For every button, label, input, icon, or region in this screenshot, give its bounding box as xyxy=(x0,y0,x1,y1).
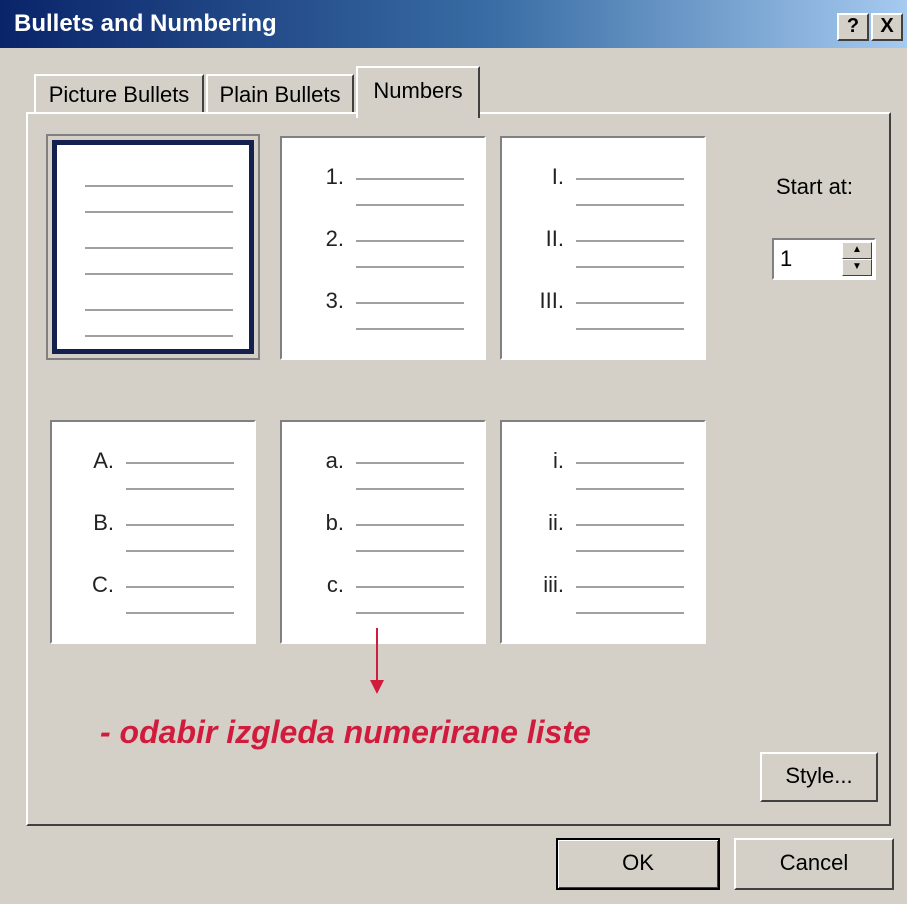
help-button[interactable]: ? xyxy=(837,13,869,41)
list-row: b. xyxy=(282,510,484,570)
style-arabic[interactable]: 1. 2. 3. xyxy=(280,136,486,360)
list-number: 1. xyxy=(325,164,344,189)
list-row: A. xyxy=(52,448,254,508)
title-bar[interactable]: Bullets and Numbering ? X xyxy=(0,0,907,48)
list-number: ii. xyxy=(548,510,564,535)
style-lower-alpha[interactable]: a. b. c. xyxy=(280,420,486,644)
style-none[interactable] xyxy=(52,140,254,354)
list-number: B. xyxy=(93,510,114,535)
start-at-value[interactable]: 1 xyxy=(780,246,792,272)
list-number: b. xyxy=(325,510,344,535)
annotation-arrowhead-icon xyxy=(370,680,384,694)
list-number: iii. xyxy=(543,572,564,597)
tab-plain-bullets[interactable]: Plain Bullets xyxy=(206,74,354,114)
list-number: 2. xyxy=(325,226,344,251)
style-upper-alpha[interactable]: A. B. C. xyxy=(50,420,256,644)
list-number: 3. xyxy=(325,288,344,313)
list-row: i. xyxy=(502,448,704,508)
start-at-label: Start at: xyxy=(776,174,854,199)
list-number: I. xyxy=(551,164,564,189)
list-row xyxy=(57,233,249,293)
list-row: iii. xyxy=(502,572,704,632)
list-row: 3. xyxy=(282,288,484,348)
list-number: i. xyxy=(553,448,564,473)
annotation-text: - odabir izgleda numerirane liste xyxy=(100,714,591,750)
tab-numbers[interactable]: Numbers xyxy=(356,66,480,118)
list-row: 2. xyxy=(282,226,484,286)
list-number: II. xyxy=(545,226,564,251)
list-row: c. xyxy=(282,572,484,632)
bullets-numbering-dialog: Bullets and Numbering ? X Picture Bullet… xyxy=(0,0,907,904)
style-upper-roman[interactable]: I. II. III. xyxy=(500,136,706,360)
list-row: ii. xyxy=(502,510,704,570)
list-number: III. xyxy=(539,288,564,313)
list-number: c. xyxy=(326,572,344,597)
list-row: III. xyxy=(502,288,704,348)
spin-down-icon[interactable]: ▼ xyxy=(842,259,872,276)
list-number: a. xyxy=(325,448,344,473)
style-lower-roman[interactable]: i. ii. iii. xyxy=(500,420,706,644)
list-row: 1. xyxy=(282,164,484,224)
close-button[interactable]: X xyxy=(871,13,903,41)
window-title: Bullets and Numbering xyxy=(14,10,277,37)
list-row: B. xyxy=(52,510,254,570)
annotation-arrow-icon xyxy=(376,628,378,684)
list-row: a. xyxy=(282,448,484,508)
list-row: I. xyxy=(502,164,704,224)
spin-up-icon[interactable]: ▲ xyxy=(842,242,872,259)
cancel-button[interactable]: Cancel xyxy=(734,838,894,890)
ok-button[interactable]: OK xyxy=(556,838,720,890)
list-row xyxy=(57,295,249,355)
list-number: A. xyxy=(93,448,114,473)
list-row: II. xyxy=(502,226,704,286)
list-row xyxy=(57,171,249,231)
list-row: C. xyxy=(52,572,254,632)
style-button[interactable]: Style... xyxy=(760,752,878,802)
start-at-spinner[interactable]: 1 ▲ ▼ xyxy=(772,238,876,280)
tab-picture-bullets[interactable]: Picture Bullets xyxy=(34,74,204,114)
list-number: C. xyxy=(92,572,114,597)
